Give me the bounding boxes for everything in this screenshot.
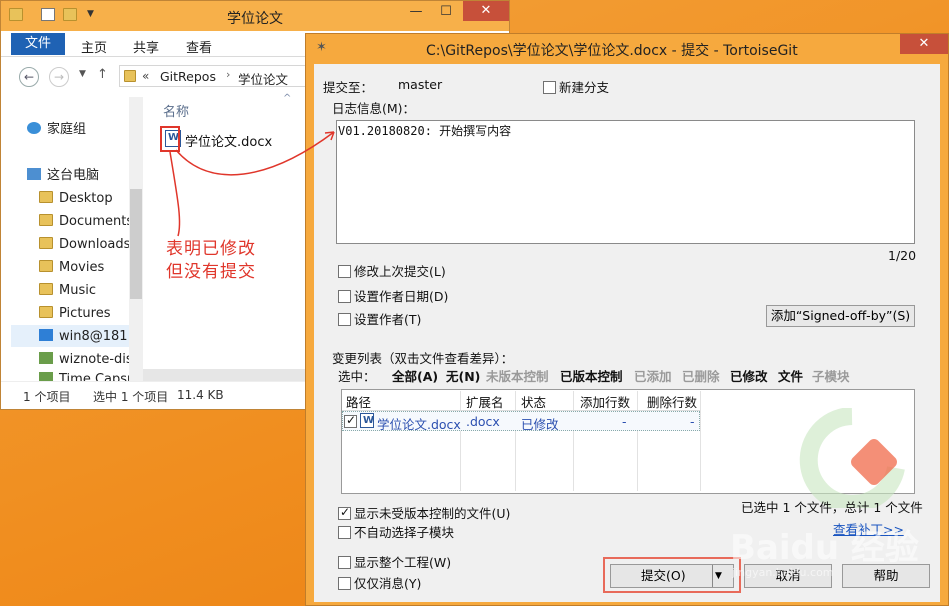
annotation-arrow-to-message xyxy=(175,131,335,176)
annotation-arrow-down xyxy=(169,151,181,237)
annotation-arrows xyxy=(169,131,335,237)
